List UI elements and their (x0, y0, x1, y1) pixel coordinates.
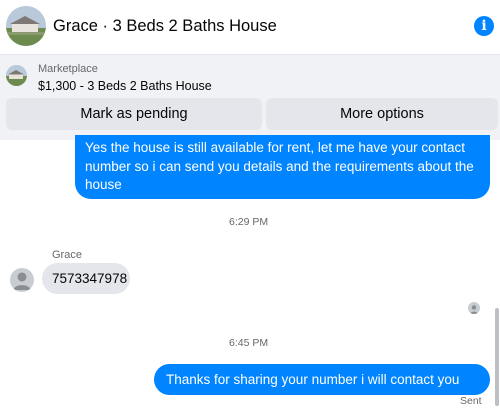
read-receipt-avatar (468, 302, 480, 314)
user-mini-icon (470, 305, 478, 314)
house-thumbnail-icon (6, 65, 27, 86)
default-user-icon (13, 272, 31, 290)
timestamp: 6:45 PM (229, 337, 269, 349)
listing-avatar[interactable] (6, 6, 46, 46)
marketplace-panel: Marketplace $1,300 - 3 Beds 2 Baths Hous… (0, 54, 500, 140)
info-icon[interactable]: i (474, 16, 494, 36)
house-photo-icon (6, 6, 46, 46)
timestamp: 6:29 PM (229, 216, 269, 228)
more-options-button[interactable]: More options (266, 98, 498, 130)
marketplace-label: Marketplace (38, 63, 98, 75)
incoming-message[interactable]: 7573347978 (42, 263, 130, 294)
sender-name: Grace (52, 249, 82, 261)
message-status: Sent (460, 395, 482, 407)
listing-thumbnail[interactable] (6, 65, 27, 86)
conversation-header: Grace · 3 Beds 2 Baths House i (0, 0, 500, 54)
outgoing-message[interactable]: Yes the house is still available for ren… (75, 135, 490, 199)
mark-as-pending-button[interactable]: Mark as pending (6, 98, 262, 130)
conversation-title: Grace · 3 Beds 2 Baths House (53, 17, 277, 35)
avatar[interactable] (10, 268, 34, 292)
listing-summary[interactable]: $1,300 - 3 Beds 2 Baths House (38, 79, 212, 93)
outgoing-message[interactable]: Thanks for sharing your number i will co… (154, 364, 490, 406)
scrollbar-thumb[interactable] (495, 308, 499, 406)
